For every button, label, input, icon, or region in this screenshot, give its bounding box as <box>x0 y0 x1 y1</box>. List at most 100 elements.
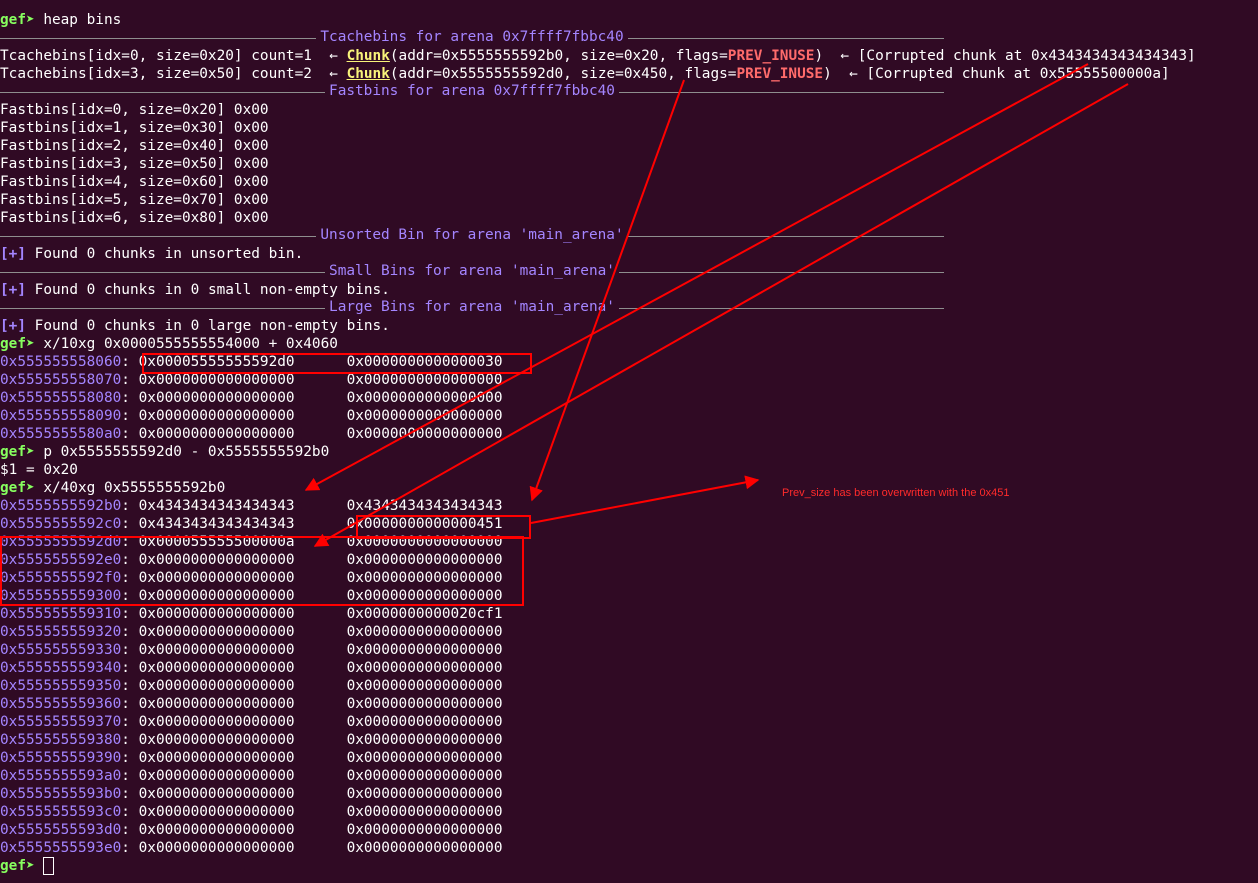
memory-value-1: 0x0000000000000000 <box>138 390 295 406</box>
tcache-prefix: Tcachebins[idx=0, size=0x20] count=1 ← <box>0 48 347 64</box>
memory-address: 0x5555555592c0 <box>0 516 122 532</box>
memory-value-2: 0x4343434343434343 <box>346 498 503 514</box>
memory-value-2: 0x0000000000000000 <box>346 732 503 748</box>
memory-row: 0x5555555580a0: 0x0000000000000000 0x000… <box>0 425 1258 443</box>
memory-value-1: 0x0000000000000000 <box>138 624 295 640</box>
tcache-prefix: Tcachebins[idx=3, size=0x50] count=2 ← <box>0 66 347 82</box>
section-header-unsorted: Unsorted Bin for arena 'main_arena' <box>0 227 1258 245</box>
colon-separator: : <box>121 624 139 640</box>
memory-row: 0x555555558060: 0x00005555555592d0 0x000… <box>0 353 1258 371</box>
column-gap <box>295 750 347 766</box>
memory-value-2: 0x0000000000000451 <box>346 516 503 532</box>
section-header-small: Small Bins for arena 'main_arena' <box>0 263 1258 281</box>
section-header-fastbins: Fastbins for arena 0x7ffff7fbbc40 <box>0 83 1258 101</box>
memory-value-1: 0x0000000000000000 <box>138 678 295 694</box>
memory-value-2: 0x0000000000000000 <box>346 660 503 676</box>
section-header-tcache: Tcachebins for arena 0x7ffff7fbbc40 <box>0 29 1258 47</box>
colon-separator: : <box>121 804 139 820</box>
memory-row: 0x555555559360: 0x0000000000000000 0x000… <box>0 695 1258 713</box>
colon-separator: : <box>121 678 139 694</box>
memory-row: 0x555555559340: 0x0000000000000000 0x000… <box>0 659 1258 677</box>
cursor-block[interactable] <box>42 857 54 875</box>
memory-value-2: 0x0000000000000000 <box>346 804 503 820</box>
memory-value-2: 0x0000000000000000 <box>346 786 503 802</box>
memory-row: 0x5555555593c0: 0x0000000000000000 0x000… <box>0 803 1258 821</box>
memory-value-2: 0x0000000000000000 <box>346 372 503 388</box>
memory-value-1: 0x0000000000000000 <box>138 750 295 766</box>
memory-address: 0x555555559380 <box>0 732 122 748</box>
memory-address: 0x555555559320 <box>0 624 122 640</box>
colon-separator: : <box>121 552 139 568</box>
command-line: gef➤ p 0x5555555592d0 - 0x5555555592b0 <box>0 444 330 460</box>
memory-address: 0x5555555593c0 <box>0 804 122 820</box>
column-gap <box>295 588 347 604</box>
memory-row: 0x5555555593e0: 0x0000000000000000 0x000… <box>0 839 1258 857</box>
colon-separator: : <box>121 588 139 604</box>
tcache-suffix: ) ← [Corrupted chunk at 0x43434343434343… <box>814 48 1196 64</box>
colon-separator: : <box>121 642 139 658</box>
colon-separator: : <box>121 714 139 730</box>
colon-separator: : <box>121 768 139 784</box>
colon-separator: : <box>121 822 139 838</box>
memory-row: 0x5555555593b0: 0x0000000000000000 0x000… <box>0 785 1258 803</box>
flag-label: PREV_INUSE <box>736 66 824 82</box>
memory-value-1: 0x0000000000000000 <box>138 408 295 424</box>
memory-address: 0x5555555593d0 <box>0 822 122 838</box>
memory-address: 0x555555559390 <box>0 750 122 766</box>
colon-separator: : <box>121 732 139 748</box>
colon-separator: : <box>121 354 139 370</box>
terminal-output[interactable]: gef➤ heap bins Tcachebins for arena 0x7f… <box>0 11 1258 875</box>
memory-value-2: 0x0000000000020cf1 <box>346 606 503 622</box>
column-gap <box>295 372 347 388</box>
memory-value-2: 0x0000000000000000 <box>346 588 503 604</box>
colon-separator: : <box>121 570 139 586</box>
command-line: gef➤ heap bins <box>0 11 1258 29</box>
fastbin-row: Fastbins[idx=0, size=0x20] 0x00 <box>0 102 269 118</box>
memory-value-1: 0x0000000000000000 <box>138 840 295 856</box>
memory-row: 0x5555555592b0: 0x4343434343434343 0x434… <box>0 497 1258 515</box>
column-gap <box>295 516 347 532</box>
memory-value-1: 0x4343434343434343 <box>138 498 295 514</box>
colon-separator: : <box>121 786 139 802</box>
column-gap <box>295 714 347 730</box>
memory-row: 0x555555558070: 0x0000000000000000 0x000… <box>0 371 1258 389</box>
unsorted-result: [+] Found 0 chunks in unsorted bin. <box>0 246 304 262</box>
memory-value-2: 0x0000000000000030 <box>346 354 503 370</box>
tcache-row: Tcachebins[idx=3, size=0x50] count=2 ← C… <box>0 65 1258 83</box>
memory-row: 0x555555558080: 0x0000000000000000 0x000… <box>0 389 1258 407</box>
memory-row: 0x555555559380: 0x0000000000000000 0x000… <box>0 731 1258 749</box>
column-gap <box>295 786 347 802</box>
column-gap <box>295 606 347 622</box>
memory-address: 0x555555559310 <box>0 606 122 622</box>
memory-address: 0x555555558060 <box>0 354 122 370</box>
memory-value-1: 0x0000000000000000 <box>138 372 295 388</box>
memory-value-2: 0x0000000000000000 <box>346 534 503 550</box>
memory-value-1: 0x0000000000000000 <box>138 660 295 676</box>
column-gap <box>295 660 347 676</box>
memory-row: 0x5555555592d0: 0x000055555500000a 0x000… <box>0 533 1258 551</box>
prompt: gef➤ <box>0 12 35 28</box>
memory-address: 0x555555559340 <box>0 660 122 676</box>
column-gap <box>295 624 347 640</box>
column-gap <box>295 534 347 550</box>
memory-address: 0x5555555593a0 <box>0 768 122 784</box>
colon-separator: : <box>121 534 139 550</box>
column-gap <box>295 552 347 568</box>
chunk-label: Chunk <box>346 66 390 82</box>
fastbin-row: Fastbins[idx=5, size=0x70] 0x00 <box>0 192 269 208</box>
column-gap <box>295 570 347 586</box>
column-gap <box>295 840 347 856</box>
column-gap <box>295 642 347 658</box>
input-line[interactable]: gef➤ <box>0 857 1258 875</box>
small-result: [+] Found 0 chunks in 0 small non-empty … <box>0 282 390 298</box>
fastbin-row: Fastbins[idx=1, size=0x30] 0x00 <box>0 120 269 136</box>
memory-address: 0x5555555592f0 <box>0 570 122 586</box>
chunk-label: Chunk <box>346 48 390 64</box>
memory-value-1: 0x00005555555592d0 <box>138 354 295 370</box>
colon-separator: : <box>121 390 139 406</box>
chunk-details: (addr=0x5555555592d0, size=0x450, flags= <box>389 66 737 82</box>
memory-value-2: 0x0000000000000000 <box>346 390 503 406</box>
memory-value-1: 0x0000000000000000 <box>138 696 295 712</box>
memory-row: 0x5555555592f0: 0x0000000000000000 0x000… <box>0 569 1258 587</box>
memory-value-1: 0x0000000000000000 <box>138 426 295 442</box>
